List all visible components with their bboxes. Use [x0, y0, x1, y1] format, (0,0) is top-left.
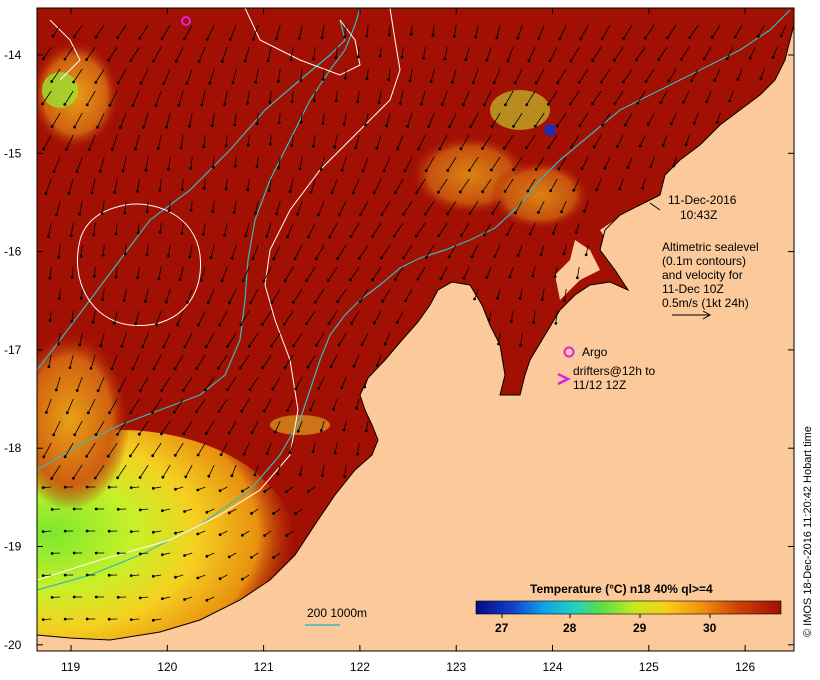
- drifters-line-1: drifters@12h to: [573, 364, 656, 378]
- altimetry-line-1: Altimetric sealevel: [662, 240, 759, 254]
- y-tick-label: -17: [4, 343, 22, 357]
- altimetry-line-5: 0.5m/s (1kt 24h): [662, 296, 749, 310]
- plot-area: [37, 8, 794, 651]
- warm-orange-patch-west: [37, 330, 130, 510]
- x-tick-label: 119: [61, 660, 80, 674]
- altimetry-line-3: and velocity for: [662, 268, 743, 282]
- colorbar-tick-label: 28: [563, 621, 577, 635]
- green-spot-ne: [490, 90, 550, 130]
- x-tick-label: 122: [350, 660, 370, 674]
- y-tick-label: -15: [4, 146, 22, 160]
- drifters-line-2: 11/12 12Z: [573, 378, 626, 392]
- blue-spot: [545, 125, 555, 135]
- x-tick-label: 120: [157, 660, 177, 674]
- credit-label: © IMOS 18-Dec-2016 11:20:42 Hobart time: [802, 426, 814, 637]
- colorbar-tick-label: 27: [495, 621, 509, 635]
- colorbar-tick-label: 29: [633, 621, 647, 635]
- altimetry-line-2: (0.1m contours): [662, 254, 746, 268]
- altimetry-line-4: 11-Dec 10Z: [662, 282, 724, 296]
- y-tick-label: -18: [4, 441, 22, 455]
- colorbar-tick-label: 30: [703, 621, 717, 635]
- x-tick-label: 126: [735, 660, 755, 674]
- y-tick-label: -19: [4, 540, 22, 554]
- date-label: 11-Dec-2016: [668, 193, 737, 207]
- sst-map: 119 120 121 122 123 124 125 126 -14 -15 -16 -17 -18…: [4, 7, 814, 674]
- x-tick-label: 124: [543, 660, 563, 674]
- x-tick-label: 121: [254, 660, 274, 674]
- green-spot-nw: [42, 72, 78, 108]
- y-tick-label: -14: [4, 48, 22, 62]
- y-tick-label: -16: [4, 245, 22, 259]
- argo-legend-label: Argo: [582, 345, 608, 359]
- orange-streak: [270, 415, 330, 435]
- x-tick-label: 125: [639, 660, 659, 674]
- colorbar: [475, 600, 782, 615]
- depth-contour-label: 200 1000m: [307, 606, 367, 620]
- y-tick-label: -20: [4, 638, 22, 652]
- time-label: 10:43Z: [680, 208, 717, 222]
- colorbar-title: Temperature (°C) n18 40% ql>=4: [530, 582, 713, 596]
- x-tick-label: 123: [446, 660, 466, 674]
